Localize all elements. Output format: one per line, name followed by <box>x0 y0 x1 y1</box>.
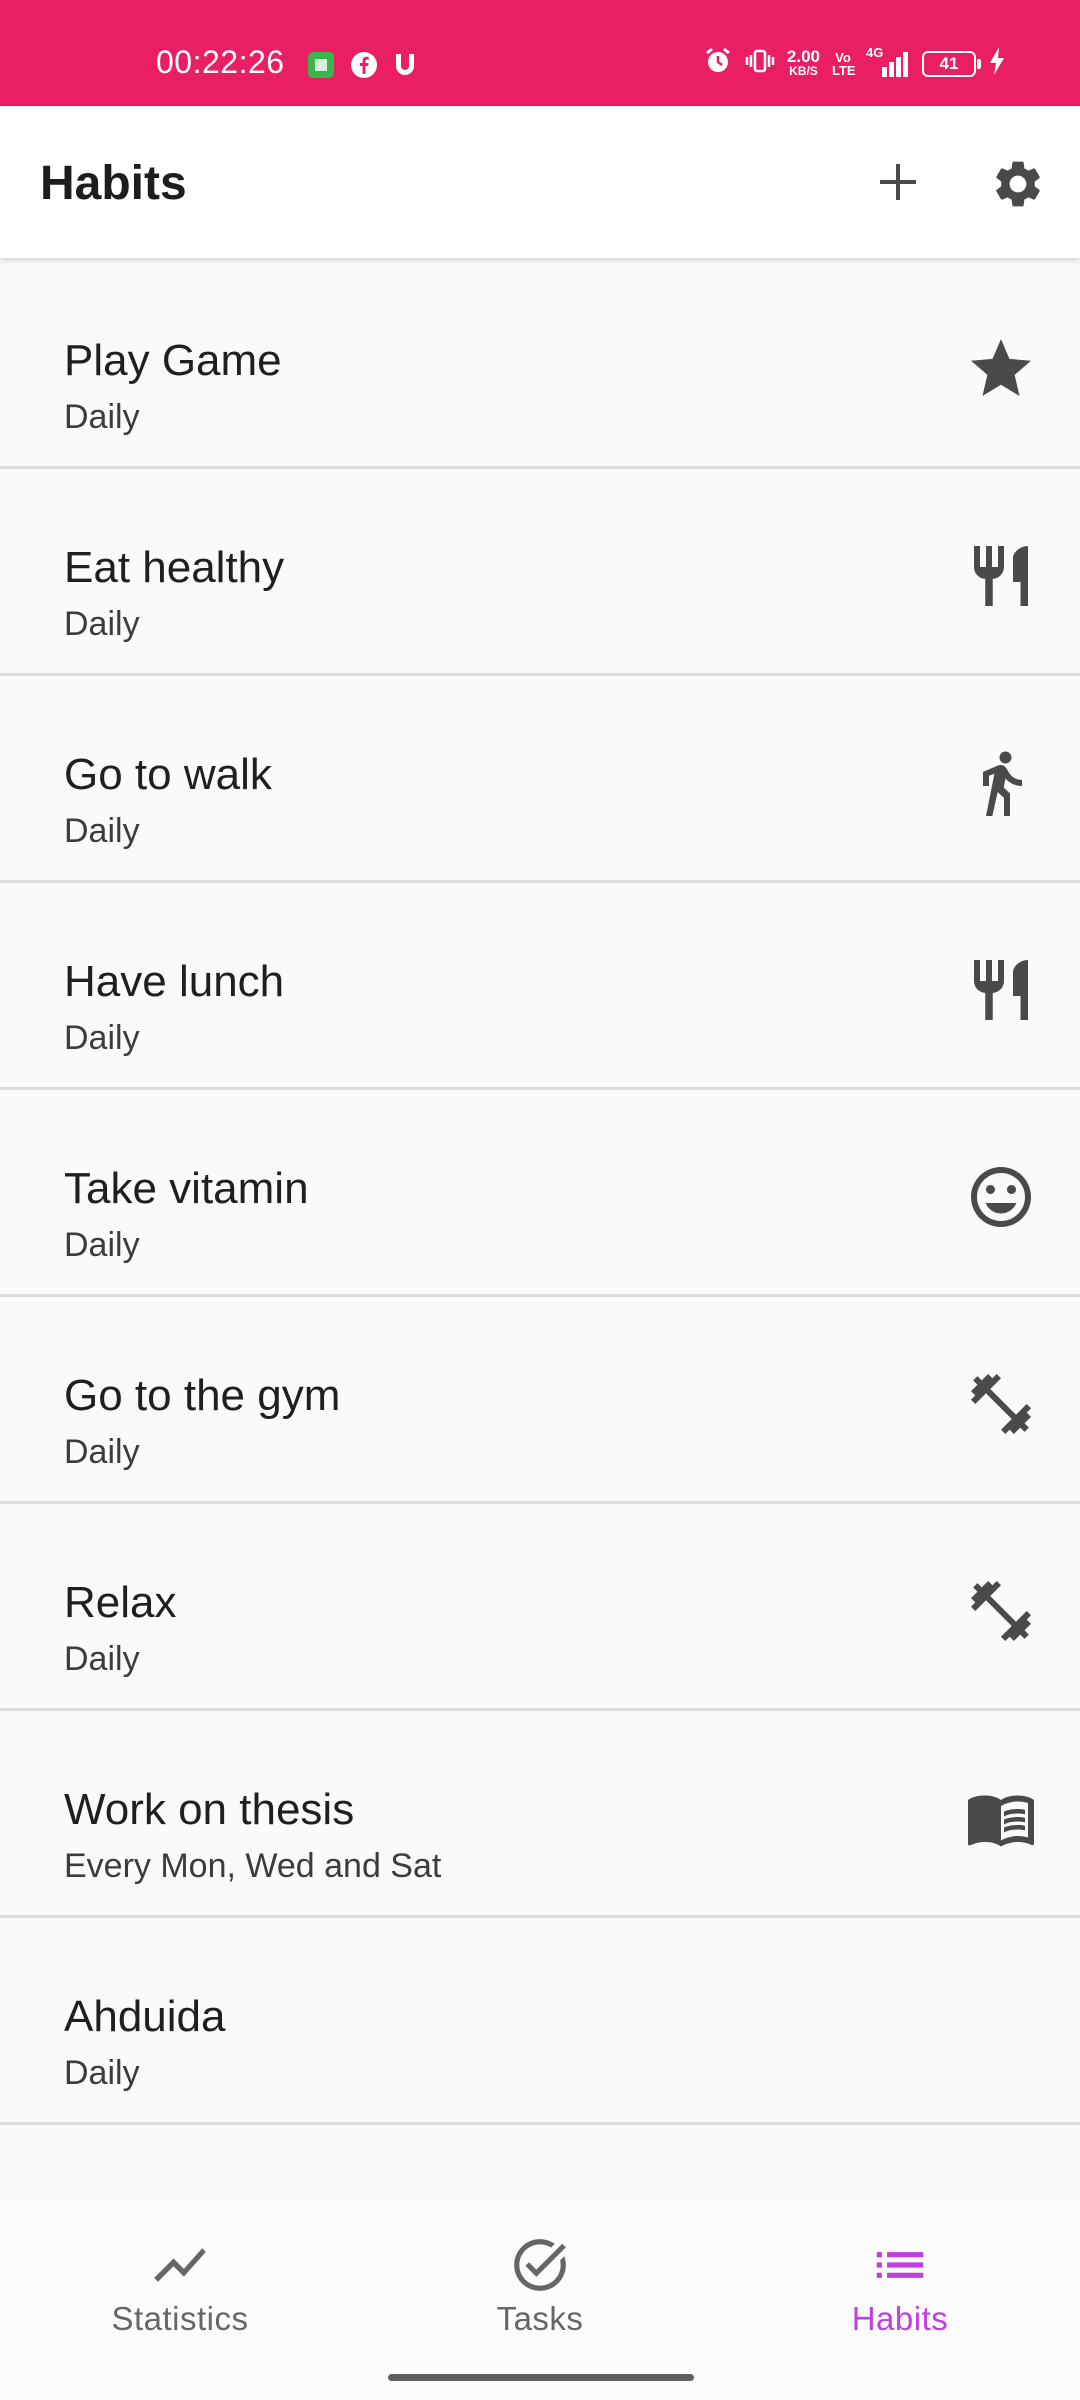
habit-frequency: Every Mon, Wed and Sat <box>64 1847 442 1885</box>
nav-habits[interactable]: Habits <box>780 2234 1020 2338</box>
habit-name: Take vitamin <box>64 1164 309 1213</box>
habit-frequency: Daily <box>64 398 140 436</box>
net-speed-value: 2.00 <box>786 46 820 66</box>
habit-item-ahduida[interactable]: Ahduida Daily <box>0 1920 1080 2125</box>
habit-name: Have lunch <box>64 957 285 1006</box>
net-speed-unit: KB/S <box>789 63 818 78</box>
habit-frequency: Daily <box>64 812 140 850</box>
volte-icon: Vo LTE <box>832 49 856 78</box>
habit-frequency: Daily <box>64 1019 140 1057</box>
system-icons: 2.00 KB/S Vo LTE 4G 41 <box>703 45 1006 81</box>
star-icon <box>962 330 1040 408</box>
habit-item-take-vitamin[interactable]: Take vitamin Daily <box>0 1092 1080 1297</box>
gear-icon <box>996 161 1040 207</box>
habit-name: Eat healthy <box>64 543 285 592</box>
charging-icon <box>988 46 1006 81</box>
nav-tasks[interactable]: Tasks <box>420 2234 660 2338</box>
trending-icon <box>154 2248 206 2282</box>
list-icon <box>876 2252 924 2278</box>
habit-frequency: Daily <box>64 1640 140 1678</box>
dumbbell-icon <box>962 1365 1040 1443</box>
habit-frequency: Daily <box>64 1226 140 1264</box>
settings-button[interactable] <box>990 156 1046 212</box>
nav-statistics[interactable]: Statistics <box>60 2234 300 2338</box>
check-circle-icon <box>514 2239 566 2291</box>
restaurant-icon <box>962 537 1040 615</box>
habit-name: Play Game <box>64 336 282 385</box>
habit-item-have-lunch[interactable]: Have lunch Daily <box>0 885 1080 1090</box>
habit-name: Go to walk <box>64 750 272 799</box>
page-title: Habits <box>40 157 187 210</box>
habit-name: Go to the gym <box>64 1371 341 1420</box>
habit-item-relax[interactable]: Relax Daily <box>0 1506 1080 1711</box>
walk-icon <box>962 744 1040 822</box>
habit-name: Ahduida <box>64 1992 226 2041</box>
habit-item-go-to-walk[interactable]: Go to walk Daily <box>0 678 1080 883</box>
app-bar: Habits <box>0 106 1080 258</box>
notification-icons <box>306 50 418 85</box>
nav-tasks-label: Tasks <box>496 2300 584 2337</box>
u-app-icon <box>392 51 418 84</box>
status-bar: 00:22:26 2.00 KB/S Vo LTE 4G 41 <box>0 0 1080 106</box>
plus-icon <box>880 164 916 200</box>
nav-habits-label: Habits <box>851 2300 949 2337</box>
battery-icon: 41 <box>922 50 981 77</box>
net-speed: 2.00 KB/S <box>786 46 820 79</box>
book-icon <box>962 1779 1040 1857</box>
habit-name: Relax <box>64 1578 177 1627</box>
nav-statistics-label: Statistics <box>111 2300 249 2337</box>
habit-frequency: Daily <box>64 1433 140 1471</box>
habit-frequency: Daily <box>64 2054 140 2092</box>
habit-frequency: Daily <box>64 605 140 643</box>
smiley-icon <box>962 1158 1040 1236</box>
vibrate-icon <box>745 46 775 81</box>
habit-name: Work on thesis <box>64 1785 355 1834</box>
dumbbell-icon <box>962 1572 1040 1650</box>
habit-item-work-on-thesis[interactable]: Work on thesis Every Mon, Wed and Sat <box>0 1713 1080 1918</box>
habit-item-go-to-the-gym[interactable]: Go to the gym Daily <box>0 1299 1080 1504</box>
home-indicator[interactable] <box>388 2374 694 2381</box>
status-time: 00:22:26 <box>156 44 285 80</box>
facebook-icon <box>350 51 378 84</box>
alarm-icon <box>703 46 733 81</box>
bottom-navigation: Statistics Tasks Habits <box>0 2204 1080 2400</box>
add-habit-button[interactable] <box>872 156 924 208</box>
restaurant-icon <box>962 951 1040 1029</box>
app-notification-icon <box>306 50 336 85</box>
habit-item-eat-healthy[interactable]: Eat healthy Daily <box>0 471 1080 676</box>
signal-icon: 4G <box>866 45 910 79</box>
habit-list: Play Game Daily Eat healthy Daily Go to … <box>0 264 1080 2125</box>
habit-item-play-game[interactable]: Play Game Daily <box>0 264 1080 469</box>
